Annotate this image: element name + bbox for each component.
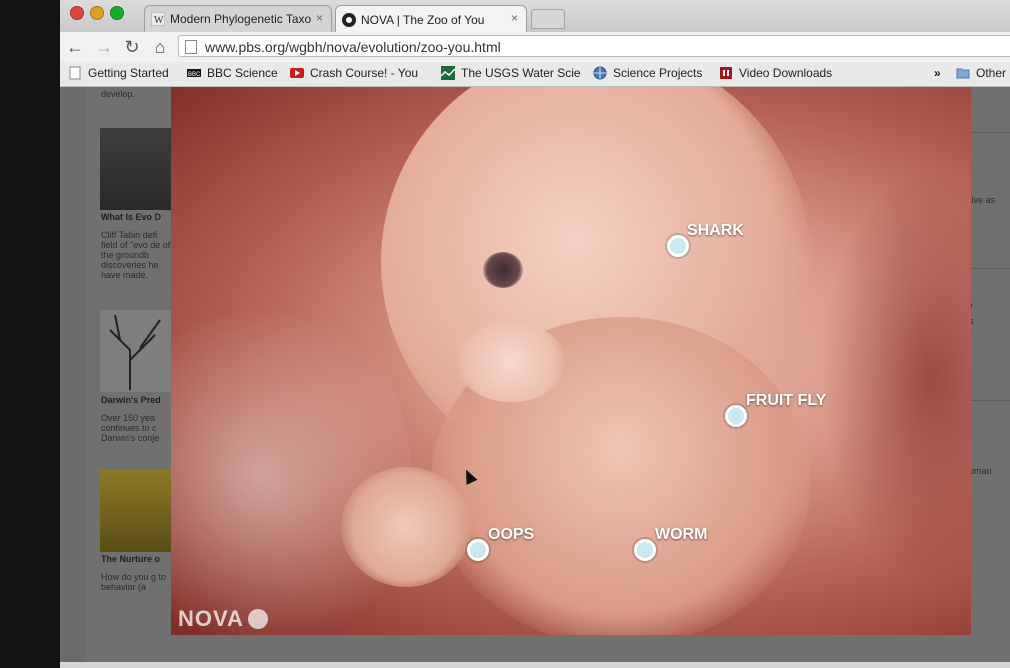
hotspot-worm[interactable] [634,539,656,561]
nova-logo: NOVA [178,606,268,632]
hotspot-shark[interactable] [667,235,689,257]
tab-nova-zoo-of-you[interactable]: NOVA | The Zoo of You × [335,5,527,33]
address-url: www.pbs.org/wgbh/nova/evolution/zoo-you.… [205,39,501,55]
embryo-interactive[interactable] [171,87,971,635]
folder-icon [956,68,970,79]
minimize-window-button[interactable] [90,6,104,20]
side-article-text: Over 150 yea continues to c Darwin's con… [101,413,160,443]
tab-label: NOVA | The Zoo of You [361,12,485,27]
youtube-icon [290,68,304,78]
embryo-foot [341,467,471,587]
video-icon [720,67,732,79]
tab-close-icon[interactable]: × [511,11,518,25]
svg-text:BBC: BBC [188,72,201,78]
bookmark-crash-course[interactable]: Crash Course! - You [290,66,418,80]
tree-sketch-icon [109,314,161,390]
hotspot-label-oops[interactable]: OOPS [488,526,534,544]
bookmark-science-projects[interactable]: Science Projects [593,66,702,80]
tab-close-icon[interactable]: × [316,11,323,25]
hotspot-fruit-fly[interactable] [725,405,747,427]
address-bar[interactable]: www.pbs.org/wgbh/nova/evolution/zoo-you.… [178,35,1010,57]
bookmark-getting-started[interactable]: Getting Started [68,66,169,80]
side-article-text: Cliff Tabin defi field of "evo de of the… [101,230,171,280]
pbs-favicon-icon [342,12,356,27]
side-article-text: How do you g to behavior (a [101,572,167,592]
bookmark-bbc-science[interactable]: BBC BBC Science [187,66,278,80]
article-thumbnail[interactable] [100,310,172,392]
usgs-icon [441,66,455,80]
globe-icon [593,66,607,80]
side-article-text: develop. [101,89,136,99]
home-button[interactable]: ⌂ [149,36,171,58]
tab-modern-phylogenetic[interactable]: W Modern Phylogenetic Taxo × [144,5,332,32]
tissue-right [821,167,971,587]
screen: W Modern Phylogenetic Taxo × NOVA | The … [0,0,1010,668]
wikipedia-favicon-icon: W [151,12,165,26]
bookmark-usgs-water[interactable]: The USGS Water Scie [441,66,581,80]
hotspot-label-worm[interactable]: WORM [655,526,707,544]
divider [966,268,1010,269]
side-article-title[interactable]: The Nurture o [101,554,160,564]
embryo-eye [483,252,523,288]
article-thumbnail[interactable] [100,470,172,552]
hotspot-oops[interactable] [467,539,489,561]
bookmark-video-downloads[interactable]: Video Downloads [719,66,832,80]
page-icon [185,40,197,54]
hotspot-label-shark[interactable]: SHARK [687,222,744,240]
status-bar [60,662,1010,668]
hotspot-label-fruit-fly[interactable]: FRUIT FLY [746,392,826,410]
embryo-hand [456,322,566,402]
page-icon [69,66,81,80]
bookmarks-overflow-button[interactable]: » [934,66,941,80]
forward-button[interactable]: → [93,36,115,58]
desktop-edge [0,0,60,668]
divider [966,132,1010,133]
svg-text:W: W [154,15,164,26]
bbc-icon: BBC [187,69,201,78]
reload-button[interactable]: ↻ [121,36,143,58]
membrane [171,287,411,635]
close-window-button[interactable] [70,6,84,20]
side-article-title[interactable]: Darwin's Pred [101,395,161,405]
zoom-window-button[interactable] [110,6,124,20]
article-thumbnail[interactable] [100,128,172,210]
pbs-logo-icon [247,609,268,629]
tab-label: Modern Phylogenetic Taxo [170,12,312,26]
other-bookmarks[interactable]: Other [956,66,1006,80]
side-article-title[interactable]: What Is Evo D [101,212,161,222]
divider [966,400,1010,401]
back-button[interactable]: ← [64,36,86,58]
new-tab-button[interactable] [531,9,565,29]
